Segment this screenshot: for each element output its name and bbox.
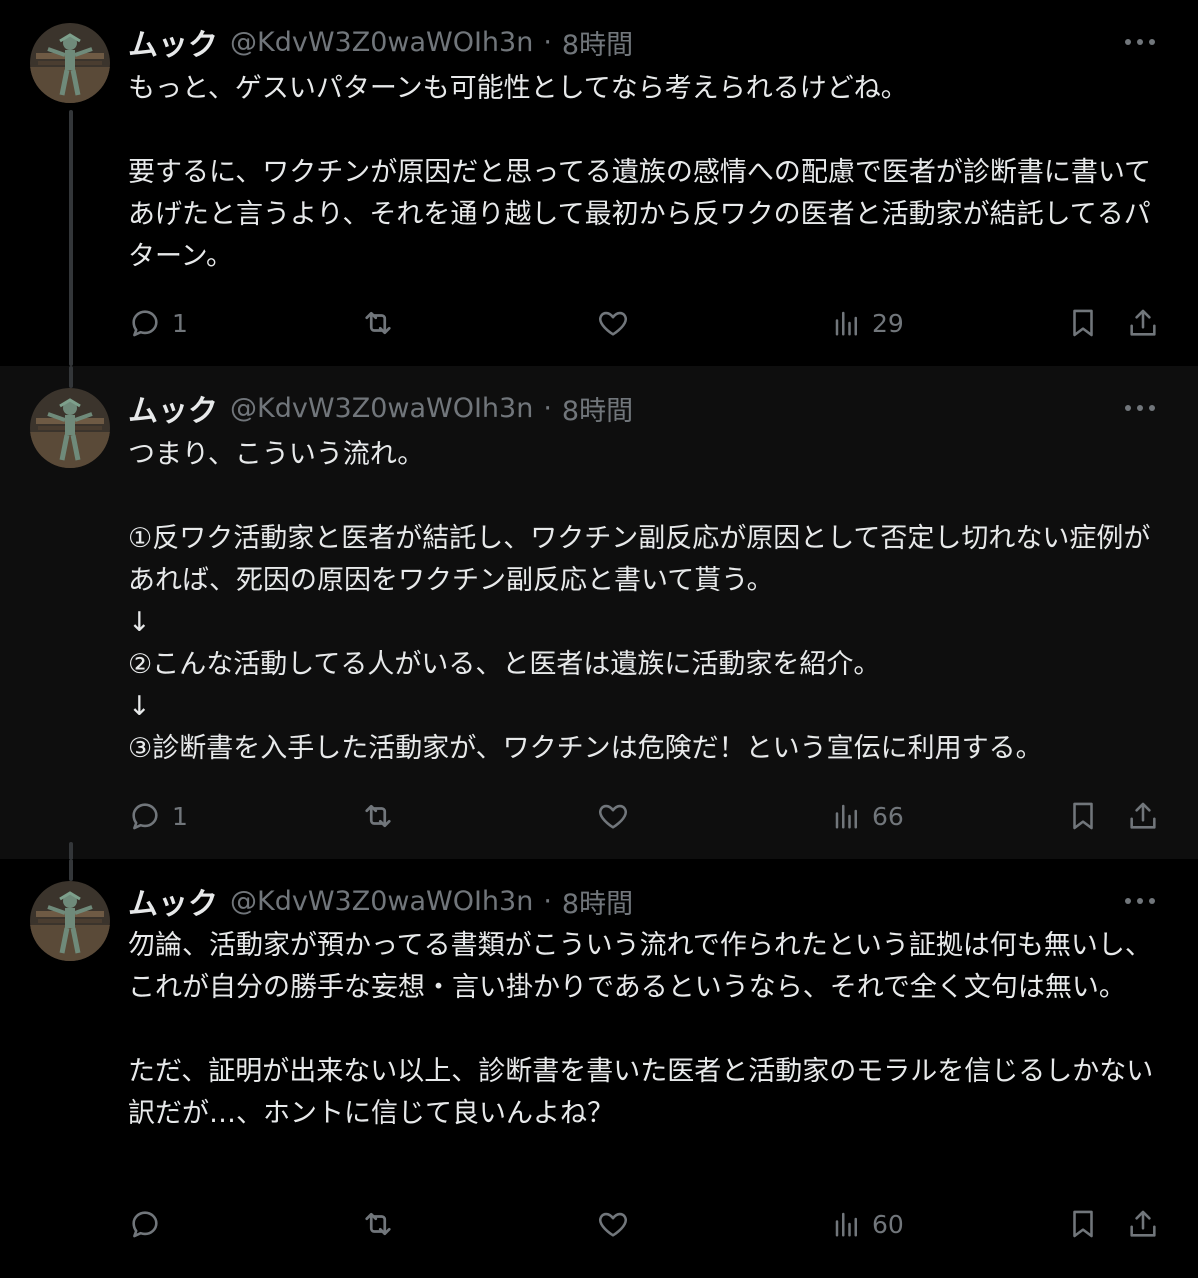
timestamp[interactable]: 8時間 bbox=[562, 389, 633, 428]
tweet-header: ムック @KdvW3Z0waWOIh3n · 8時間 bbox=[128, 20, 633, 64]
thread-connector-line bbox=[69, 110, 73, 366]
views-button[interactable]: 60 bbox=[832, 1202, 904, 1246]
reply-button[interactable]: 1 bbox=[128, 301, 188, 345]
tweet-actions: 60 bbox=[128, 1202, 1168, 1246]
user-handle[interactable]: @KdvW3Z0waWOIh3n bbox=[230, 393, 533, 424]
share-button[interactable] bbox=[1126, 1202, 1160, 1246]
display-name[interactable]: ムック bbox=[128, 386, 218, 430]
timestamp[interactable]: 8時間 bbox=[562, 23, 633, 62]
views-button[interactable]: 29 bbox=[832, 301, 904, 345]
view-count: 29 bbox=[872, 308, 904, 338]
reply-icon bbox=[132, 310, 158, 337]
thread: ムック @KdvW3Z0waWOIh3n · 8時間 もっと、ゲスいパターンも可… bbox=[0, 0, 1198, 1278]
share-icon bbox=[1130, 1210, 1156, 1237]
avatar[interactable] bbox=[30, 23, 110, 103]
retweet-icon bbox=[365, 311, 391, 335]
retweet-button[interactable] bbox=[360, 301, 406, 345]
views-button[interactable]: 66 bbox=[832, 794, 904, 838]
tweet-header: ムック @KdvW3Z0waWOIh3n · 8時間 bbox=[128, 386, 633, 430]
retweet-button[interactable] bbox=[360, 1202, 406, 1246]
bookmark-button[interactable] bbox=[1066, 1202, 1100, 1246]
share-icon bbox=[1130, 309, 1156, 336]
tweet-text: 勿論、活動家が預かってる書類がこういう流れで作られたという証拠は何も無いし、これ… bbox=[128, 930, 1154, 1129]
separator-dot: · bbox=[543, 885, 552, 917]
views-icon bbox=[835, 1212, 857, 1237]
retweet-icon bbox=[365, 1212, 391, 1236]
tweet-actions: 1 66 bbox=[128, 794, 1168, 838]
more-horizontal-icon bbox=[1125, 39, 1155, 45]
bookmark-button[interactable] bbox=[1066, 794, 1100, 838]
reply-count: 1 bbox=[172, 801, 188, 831]
heart-icon bbox=[599, 311, 627, 336]
avatar[interactable] bbox=[30, 881, 110, 961]
views-icon bbox=[835, 804, 857, 829]
tweet[interactable]: ムック @KdvW3Z0waWOIh3n · 8時間 勿論、活動家が預かってる書… bbox=[0, 859, 1198, 1278]
timestamp[interactable]: 8時間 bbox=[562, 882, 633, 921]
reply-button[interactable] bbox=[128, 1202, 172, 1246]
thread-connector-line bbox=[69, 859, 73, 881]
like-button[interactable] bbox=[596, 301, 640, 345]
more-options-button[interactable] bbox=[1122, 881, 1158, 921]
user-handle[interactable]: @KdvW3Z0waWOIh3n bbox=[230, 27, 533, 58]
separator-dot: · bbox=[543, 26, 552, 58]
avatar-image bbox=[30, 23, 110, 103]
more-horizontal-icon bbox=[1125, 405, 1155, 411]
tweet[interactable]: ムック @KdvW3Z0waWOIh3n · 8時間 つまり、こういう流れ。 ①… bbox=[0, 366, 1198, 1239]
like-button[interactable] bbox=[596, 794, 640, 838]
share-button[interactable] bbox=[1126, 794, 1160, 838]
retweet-button[interactable] bbox=[360, 794, 406, 838]
bookmark-button[interactable] bbox=[1066, 301, 1100, 345]
thread-connector-line bbox=[69, 366, 73, 388]
reply-icon bbox=[132, 1211, 158, 1238]
avatar-image bbox=[30, 388, 110, 468]
avatar-image bbox=[30, 881, 110, 961]
views-icon bbox=[835, 311, 857, 336]
user-handle[interactable]: @KdvW3Z0waWOIh3n bbox=[230, 886, 533, 917]
tweet-text: もっと、ゲスいパターンも可能性としてなら考えられるけどね。 要するに、ワクチンが… bbox=[128, 73, 1152, 272]
reply-count: 1 bbox=[172, 308, 188, 338]
share-button[interactable] bbox=[1126, 301, 1160, 345]
bookmark-icon bbox=[1073, 802, 1093, 830]
heart-icon bbox=[599, 1212, 627, 1237]
bookmark-icon bbox=[1073, 309, 1093, 337]
view-count: 60 bbox=[872, 1209, 904, 1239]
display-name[interactable]: ムック bbox=[128, 20, 218, 64]
tweet-actions: 1 29 bbox=[128, 301, 1168, 345]
avatar[interactable] bbox=[30, 388, 110, 468]
retweet-icon bbox=[365, 804, 391, 828]
reply-icon bbox=[132, 803, 158, 830]
more-horizontal-icon bbox=[1125, 898, 1155, 904]
view-count: 66 bbox=[872, 801, 904, 831]
tweet-header: ムック @KdvW3Z0waWOIh3n · 8時間 bbox=[128, 879, 633, 923]
separator-dot: · bbox=[543, 392, 552, 424]
more-options-button[interactable] bbox=[1122, 388, 1158, 428]
more-options-button[interactable] bbox=[1122, 22, 1158, 62]
reply-button[interactable]: 1 bbox=[128, 794, 188, 838]
tweet[interactable]: ムック @KdvW3Z0waWOIh3n · 8時間 もっと、ゲスいパターンも可… bbox=[0, 0, 1198, 366]
share-icon bbox=[1130, 802, 1156, 829]
heart-icon bbox=[599, 804, 627, 829]
like-button[interactable] bbox=[596, 1202, 640, 1246]
tweet-text: つまり、こういう流れ。 ①反ワク活動家と医者が結託し、ワクチン副反応が原因として… bbox=[128, 439, 1151, 764]
bookmark-icon bbox=[1073, 1210, 1093, 1238]
display-name[interactable]: ムック bbox=[128, 879, 218, 923]
